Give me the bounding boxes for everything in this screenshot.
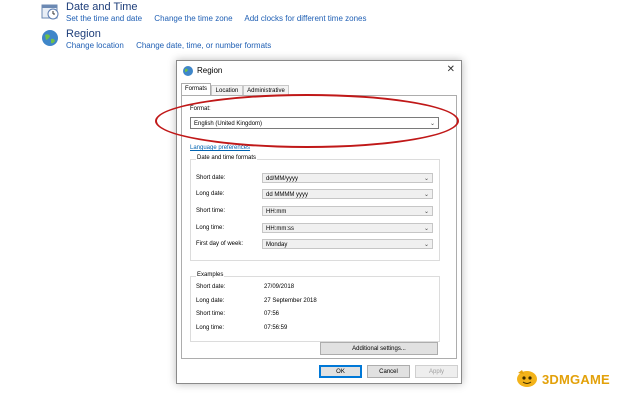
short-date-label: Short date: [196,175,226,181]
globe-icon [42,30,58,46]
region-links: Change location Change date, time, or nu… [66,41,281,50]
change-time-zone-link[interactable]: Change the time zone [154,14,232,23]
chevron-down-icon: ⌄ [423,242,429,248]
first-day-label: First day of week: [196,241,244,247]
short-date-value: dd/MM/yyyy [266,176,299,182]
cancel-button[interactable]: Cancel [367,365,410,378]
example-short-time-label: Short time: [196,311,226,317]
long-time-label: Long time: [196,225,225,231]
example-long-date-label: Long date: [196,298,225,304]
highlight-oval [155,94,459,148]
date-and-time-links: Set the time and date Change the time zo… [66,14,377,23]
set-time-link[interactable]: Set the time and date [66,14,142,23]
close-icon[interactable]: ✕ [447,64,455,75]
example-long-time-label: Long time: [196,325,225,331]
region-title[interactable]: Region [66,28,101,40]
language-preferences-link[interactable]: Language preferences [190,145,250,151]
change-location-link[interactable]: Change location [66,41,124,50]
example-long-date-value: 27 September 2018 [264,298,317,304]
examples-group: Examples [190,272,440,342]
watermark-logo-icon [517,370,537,387]
ok-button[interactable]: OK [319,365,362,378]
chevron-down-icon: ⌄ [423,192,429,198]
date-time-icon [41,4,59,20]
first-day-value: Monday [266,242,288,248]
add-clocks-link[interactable]: Add clocks for different time zones [244,14,366,23]
additional-settings-button[interactable]: Additional settings... [320,342,438,355]
short-time-value: HH:mm [266,209,287,215]
long-date-dropdown[interactable]: dd MMMM yyyy ⌄ [262,189,433,199]
globe-icon [183,66,193,76]
example-short-time-value: 07:56 [264,311,280,317]
chevron-down-icon: ⌄ [423,176,429,182]
long-date-label: Long date: [196,191,225,197]
dialog-title-bar[interactable]: Region ✕ [177,61,461,81]
chevron-down-icon: ⌄ [423,226,429,232]
short-time-label: Short time: [196,208,226,214]
example-long-time-value: 07:56:59 [264,325,288,331]
examples-label: Examples [196,272,225,278]
long-time-dropdown[interactable]: HH:mm:ss ⌄ [262,223,433,233]
date-and-time-title[interactable]: Date and Time [66,1,138,13]
short-time-dropdown[interactable]: HH:mm ⌄ [262,206,433,216]
example-short-date-value: 27/09/2018 [264,284,295,290]
dialog-title: Region [197,66,223,75]
first-day-dropdown[interactable]: Monday ⌄ [262,239,433,249]
chevron-down-icon: ⌄ [423,209,429,215]
short-date-dropdown[interactable]: dd/MM/yyyy ⌄ [262,173,433,183]
apply-button[interactable]: Apply [415,365,458,378]
long-time-value: HH:mm:ss [266,226,294,232]
example-short-date-label: Short date: [196,284,226,290]
date-time-formats-label: Date and time formats [196,155,258,161]
change-formats-link[interactable]: Change date, time, or number formats [136,41,271,50]
watermark-text: 3DMGAME [542,372,610,387]
long-date-value: dd MMMM yyyy [266,192,308,198]
